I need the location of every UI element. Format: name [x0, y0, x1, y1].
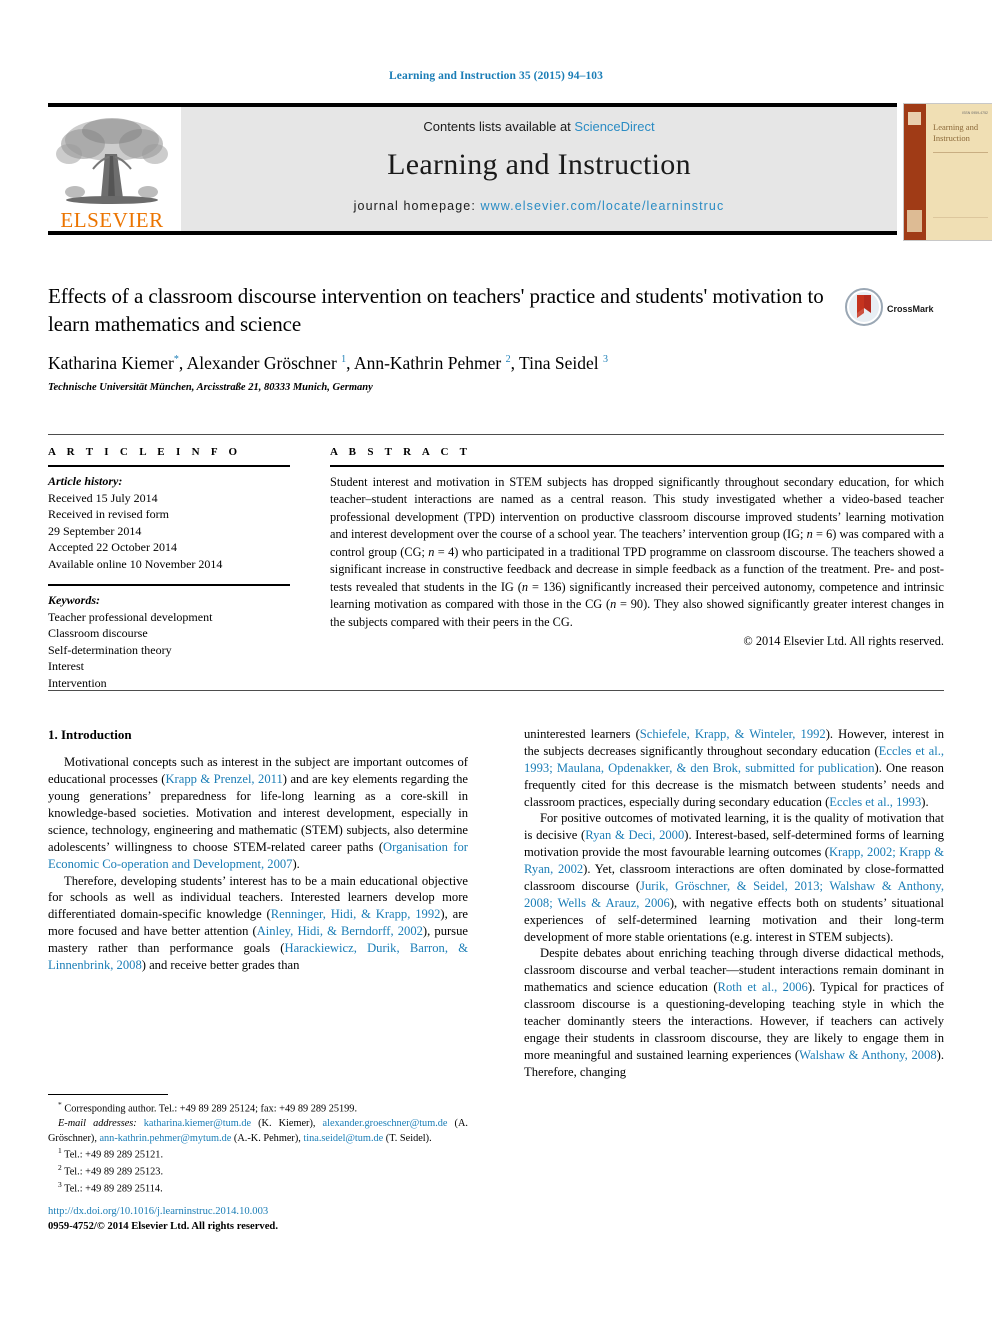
keywords-rule	[48, 584, 290, 587]
keywords-group: Keywords: Teacher professional developme…	[48, 592, 290, 691]
body-column-left: 1. Introduction Motivational concepts su…	[48, 726, 468, 974]
history-item: Available online 10 November 2014	[48, 556, 223, 571]
journal-cover-thumbnail[interactable]: ISSN 0959-4752 Learning and Instruction	[903, 103, 992, 241]
abstract-text: Student interest and motivation in STEM …	[330, 475, 945, 629]
author-list: Katharina Kiemer*, Alexander Gröschner 1…	[48, 353, 608, 374]
keyword-item: Teacher professional development	[48, 609, 213, 624]
doi-and-issn-block: http://dx.doi.org/10.1016/j.learninstruc…	[48, 1204, 468, 1235]
journal-homepage-link[interactable]: www.elsevier.com/locate/learninstruc	[480, 199, 724, 213]
article-history-label: Article history:	[48, 474, 123, 488]
keywords-label: Keywords:	[48, 593, 100, 608]
keyword-item: Classroom discourse	[48, 626, 148, 641]
journal-title: Learning and Instruction	[387, 148, 691, 181]
section-heading-introduction: 1. Introduction	[48, 727, 132, 742]
paragraph: Motivational concepts such as interest i…	[48, 755, 468, 871]
paragraph: Despite debates about enriching teaching…	[524, 946, 944, 1079]
cover-spine	[904, 104, 926, 240]
keyword-item: Intervention	[48, 676, 107, 691]
footnote-corresponding-author: * Corresponding author. Tel.: +49 89 289…	[58, 1100, 358, 1115]
cover-body: ISSN 0959-4752 Learning and Instruction	[926, 104, 992, 240]
contents-available-line: Contents lists available at ScienceDirec…	[181, 119, 897, 134]
abstract-copyright: © 2014 Elsevier Ltd. All rights reserved…	[743, 634, 944, 649]
article-info-heading-rule	[48, 465, 290, 467]
affiliation: Technische Universität München, Arcisstr…	[48, 382, 373, 394]
paragraph: Therefore, developing students’ interest…	[48, 873, 468, 972]
history-item: Received 15 July 2014	[48, 490, 158, 505]
cover-spine-top-mark	[908, 112, 921, 125]
body-column-right: uninterested learners (Schiefele, Krapp,…	[524, 726, 944, 1080]
cover-issn-text: ISSN 0959-4752	[962, 111, 988, 115]
crossmark-label: CrossMark	[887, 304, 934, 314]
sciencedirect-link[interactable]: ScienceDirect	[574, 119, 654, 134]
title-block: Effects of a classroom discourse interve…	[48, 283, 838, 393]
cover-divider-lower	[933, 217, 988, 218]
journal-homepage-line: journal homepage: www.elsevier.com/locat…	[181, 199, 897, 213]
article-info-heading: A R T I C L E I N F O	[48, 446, 242, 458]
elsevier-wordmark: ELSEVIER	[60, 208, 164, 231]
cover-divider	[933, 152, 988, 153]
homepage-prefix-text: journal homepage:	[353, 199, 481, 213]
page-title: Effects of a classroom discourse interve…	[48, 284, 824, 336]
footnote-tel-2: 2 Tel.: +49 89 289 25123.	[58, 1163, 164, 1178]
masthead-bottom-rule	[48, 231, 897, 235]
footnote-tel-3: 3 Tel.: +49 89 289 25114.	[58, 1180, 163, 1195]
crossmark-icon	[845, 287, 883, 331]
keyword-item: Interest	[48, 659, 84, 674]
info-top-rule	[48, 434, 944, 435]
keyword-item: Self-determination theory	[48, 642, 172, 657]
abstract-heading: A B S T R A C T	[330, 446, 472, 458]
paper-page: Learning and Instruction 35 (2015) 94–10…	[0, 0, 992, 1323]
running-head: Learning and Instruction 35 (2015) 94–10…	[389, 70, 603, 82]
history-item: Received in revised form	[48, 507, 169, 522]
cover-title-text: Learning and Instruction	[933, 122, 979, 143]
paragraph: uninterested learners (Schiefele, Krapp,…	[524, 727, 944, 809]
article-info-column: A R T I C L E I N F O Article history: R…	[48, 446, 290, 692]
article-history-group: Article history: Received 15 July 2014 R…	[48, 473, 290, 572]
footnote-separator-rule	[48, 1094, 168, 1095]
history-item: 29 September 2014	[48, 523, 142, 538]
doi-link[interactable]: http://dx.doi.org/10.1016/j.learninstruc…	[48, 1204, 468, 1219]
elsevier-tree-icon	[53, 114, 171, 209]
issn-copyright-line: 0959-4752/© 2014 Elsevier Ltd. All right…	[48, 1221, 278, 1233]
elsevier-logo: ELSEVIER	[48, 107, 176, 231]
cover-spine-bottom-mark	[907, 210, 922, 232]
crossmark-badge[interactable]: CrossMark	[845, 287, 945, 331]
contents-prefix-text: Contents lists available at	[423, 119, 575, 134]
footnote-email-addresses[interactable]: E-mail addresses: katharina.kiemer@tum.d…	[48, 1117, 468, 1146]
contents-band: Contents lists available at ScienceDirec…	[181, 107, 897, 231]
abstract-column: A B S T R A C T Student interest and mot…	[330, 446, 944, 649]
journal-masthead: ELSEVIER Contents lists available at Sci…	[48, 103, 992, 241]
footnote-tel-1: 1 Tel.: +49 89 289 25121.	[58, 1146, 164, 1161]
abstract-heading-rule	[330, 465, 944, 467]
paragraph: For positive outcomes of motivated learn…	[524, 811, 945, 944]
history-item: Accepted 22 October 2014	[48, 540, 177, 555]
footnotes-block: * Corresponding author. Tel.: +49 89 289…	[48, 1100, 468, 1197]
